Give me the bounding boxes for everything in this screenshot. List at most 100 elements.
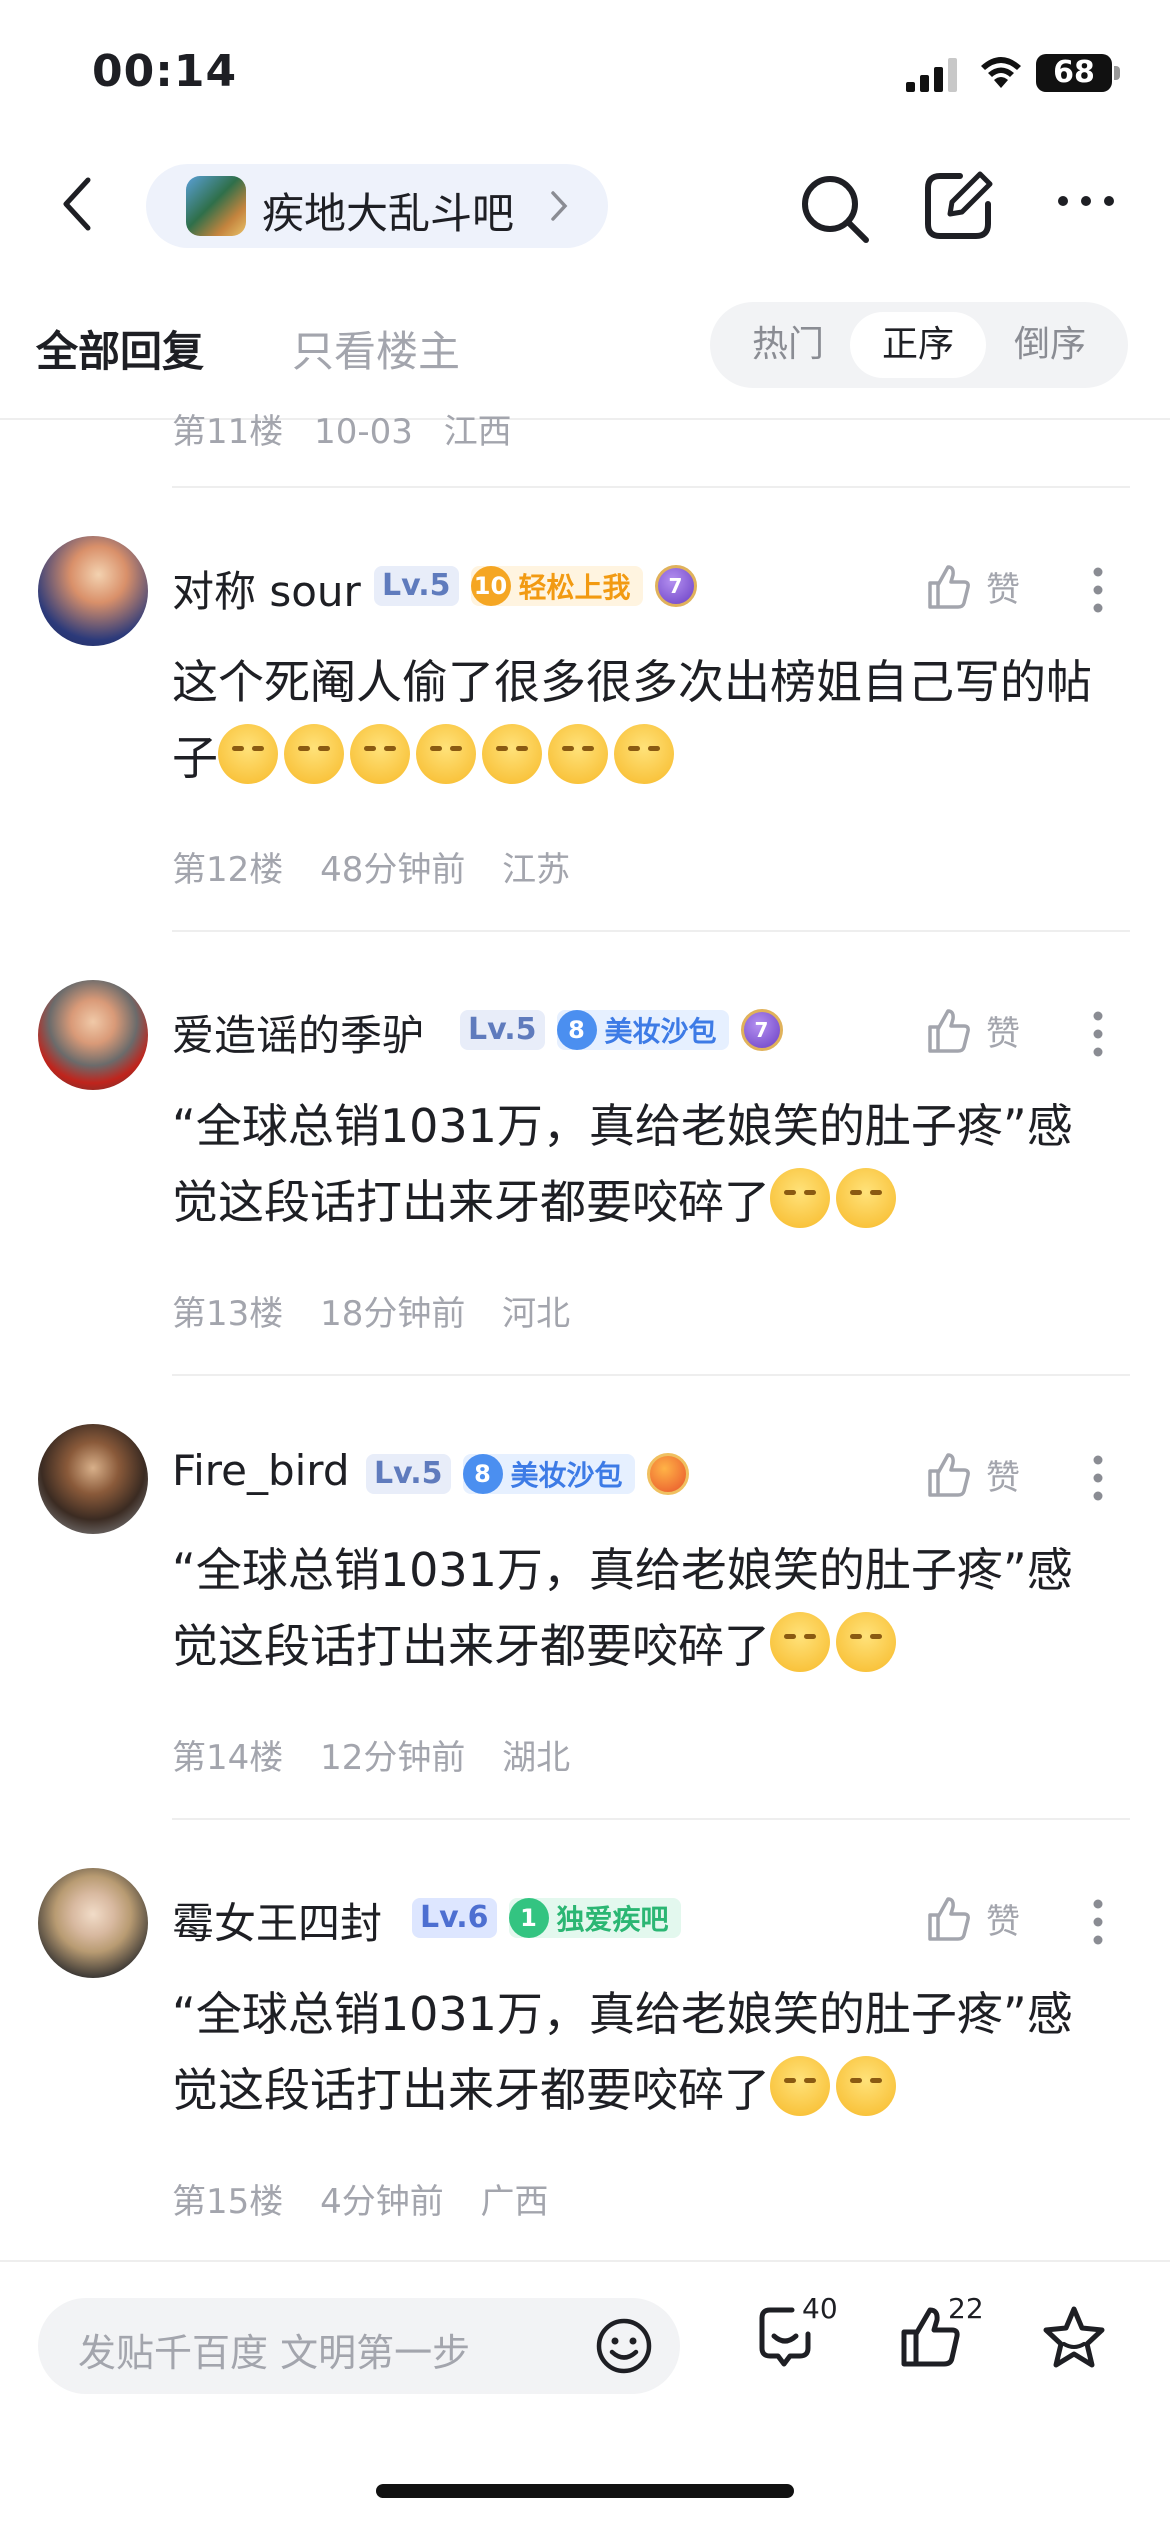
post-more-icon[interactable] (1092, 1010, 1104, 1058)
floor-number: 第14楼 (172, 1738, 284, 1778)
chevron-right-icon (551, 191, 568, 221)
tab-all-replies[interactable]: 全部回复 (36, 318, 204, 379)
divider (172, 930, 1130, 932)
username[interactable]: Fire_bird (172, 1446, 349, 1495)
avatar[interactable] (38, 980, 148, 1090)
divider (172, 486, 1130, 488)
avatar[interactable] (38, 1424, 148, 1534)
like-label: 赞 (986, 570, 1020, 610)
home-indicator (376, 2484, 794, 2498)
thumbs-up-icon (928, 564, 970, 609)
badge-row: Lv.5 8 美妆沙包 (366, 1452, 689, 1496)
username[interactable]: 霉女王四封 (172, 1890, 382, 1951)
smiley-icon[interactable] (594, 2316, 654, 2376)
post-meta: 第14楼 12分钟前 湖北 (172, 1730, 596, 1779)
like-button[interactable]: 赞 (924, 1894, 1020, 1943)
reply-input[interactable]: 发贴千百度 文明第一步 (38, 2298, 680, 2394)
honor-level: 10 (470, 566, 511, 606)
post-more-icon[interactable] (1092, 566, 1104, 614)
post-time: 48分钟前 (320, 850, 466, 890)
username[interactable]: 对称 sour (172, 558, 361, 619)
honor-name: 轻松上我 (518, 571, 631, 604)
like-label: 赞 (986, 1458, 1020, 1498)
divider (172, 1374, 1130, 1376)
sort-descending[interactable]: 倒序 (982, 312, 1118, 378)
emoji-sticker (350, 724, 410, 784)
level-badge: Lv.5 (460, 1010, 545, 1050)
star-icon[interactable] (1040, 2304, 1108, 2372)
honor-name: 美妆沙包 (604, 1015, 717, 1048)
forum-pill[interactable]: 疾地大乱斗吧 (146, 164, 608, 248)
reply-content: 这个死阉人偷了很多很多次出榜姐自己写的帖子 (172, 644, 1112, 796)
avatar[interactable] (38, 1868, 148, 1978)
reply-text: “全球总销1031万，真给老娘笑的肚子疼”感觉这段话打出来牙都要咬碎了 (172, 1987, 1073, 2117)
username[interactable]: 爱造谣的季驴 (172, 1002, 424, 1063)
medal-icon: 7 (654, 565, 697, 607)
level-badge: Lv.5 (374, 566, 459, 606)
level-badge: Lv.5 (366, 1454, 451, 1494)
post-meta: 第12楼 48分钟前 江苏 (172, 842, 596, 891)
edit-icon[interactable] (920, 168, 996, 244)
emoji-run (770, 2056, 902, 2117)
forum-avatar (186, 176, 246, 236)
status-bar: 00:14 68 (0, 0, 1170, 140)
floor-number: 第11楼 (172, 412, 284, 452)
emoji-sticker (482, 724, 542, 784)
post-meta: 第15楼 4分钟前 广西 (172, 2174, 575, 2223)
emoji-sticker (416, 724, 476, 784)
post-location: 江西 (443, 412, 512, 452)
reply-post: 霉女王四封 Lv.6 1 独爱疾吧 赞 “全球总销1031万，真给老娘笑的肚子疼… (0, 1868, 1170, 2308)
floor-number: 第15楼 (172, 2182, 284, 2222)
honor-badge: 1 独爱疾吧 (508, 1898, 681, 1938)
reply-post: 对称 sour Lv.5 10 轻松上我 7 赞 这个死阉人偷了很多很多次出榜姐… (0, 536, 1170, 976)
status-time: 00:14 (92, 46, 238, 97)
like-post-button[interactable]: 22 (898, 2292, 984, 2372)
reply-post: Fire_bird Lv.5 8 美妆沙包 赞 “全球总销1031万，真给老娘笑… (0, 1424, 1170, 1864)
post-time: 4分钟前 (320, 2182, 444, 2222)
badge-row: Lv.6 1 独爱疾吧 (412, 1896, 693, 1940)
more-icon[interactable] (1056, 194, 1116, 208)
battery-indicator: 68 (1036, 54, 1112, 92)
honor-badge: 10 轻松上我 (470, 566, 643, 606)
honor-name: 美妆沙包 (510, 1459, 623, 1492)
sort-ascending[interactable]: 正序 (850, 312, 986, 378)
sort-hot[interactable]: 热门 (720, 312, 856, 378)
post-more-icon[interactable] (1092, 1898, 1104, 1946)
thumbs-up-icon (928, 1896, 970, 1941)
post-more-icon[interactable] (1092, 1454, 1104, 1502)
post-time: 12分钟前 (320, 1738, 466, 1778)
like-count: 22 (948, 2292, 984, 2325)
honor-level: 1 (508, 1898, 549, 1938)
comment-button[interactable]: 40 (752, 2292, 838, 2374)
medal-icon: 7 (740, 1009, 783, 1051)
reply-content: “全球总销1031万，真给老娘笑的肚子疼”感觉这段话打出来牙都要咬碎了 (172, 1532, 1112, 1684)
tab-op-only[interactable]: 只看楼主 (292, 318, 460, 379)
honor-name: 独爱疾吧 (556, 1903, 669, 1936)
reply-content: “全球总销1031万，真给老娘笑的肚子疼”感觉这段话打出来牙都要咬碎了 (172, 1088, 1112, 1240)
comment-count: 40 (802, 2292, 838, 2325)
post-time: 10-03 (314, 412, 413, 452)
like-label: 赞 (986, 1014, 1020, 1054)
reply-text: “全球总销1031万，真给老娘笑的肚子疼”感觉这段话打出来牙都要咬碎了 (172, 1099, 1073, 1229)
like-button[interactable]: 赞 (924, 1006, 1020, 1055)
like-label: 赞 (986, 1902, 1020, 1942)
search-icon[interactable] (796, 170, 872, 246)
level-badge: Lv.6 (412, 1898, 497, 1938)
back-icon[interactable] (50, 174, 110, 234)
like-button[interactable]: 赞 (924, 1450, 1020, 1499)
emoji-sticker (836, 1168, 896, 1228)
badge-row: Lv.5 10 轻松上我 7 (374, 564, 697, 608)
post-location: 江苏 (502, 850, 571, 890)
post-location: 广西 (480, 2182, 549, 2222)
avatar[interactable] (38, 536, 148, 646)
honor-level: 8 (556, 1010, 597, 1050)
emoji-sticker (284, 724, 344, 784)
honor-badge: 8 美妆沙包 (462, 1454, 635, 1494)
like-button[interactable]: 赞 (924, 562, 1020, 611)
thumbs-up-icon (928, 1008, 970, 1053)
forum-name: 疾地大乱斗吧 (262, 189, 515, 238)
emoji-sticker (218, 724, 278, 784)
emoji-run (770, 1168, 902, 1229)
wifi-icon (981, 57, 1021, 88)
post-time: 18分钟前 (320, 1294, 466, 1334)
